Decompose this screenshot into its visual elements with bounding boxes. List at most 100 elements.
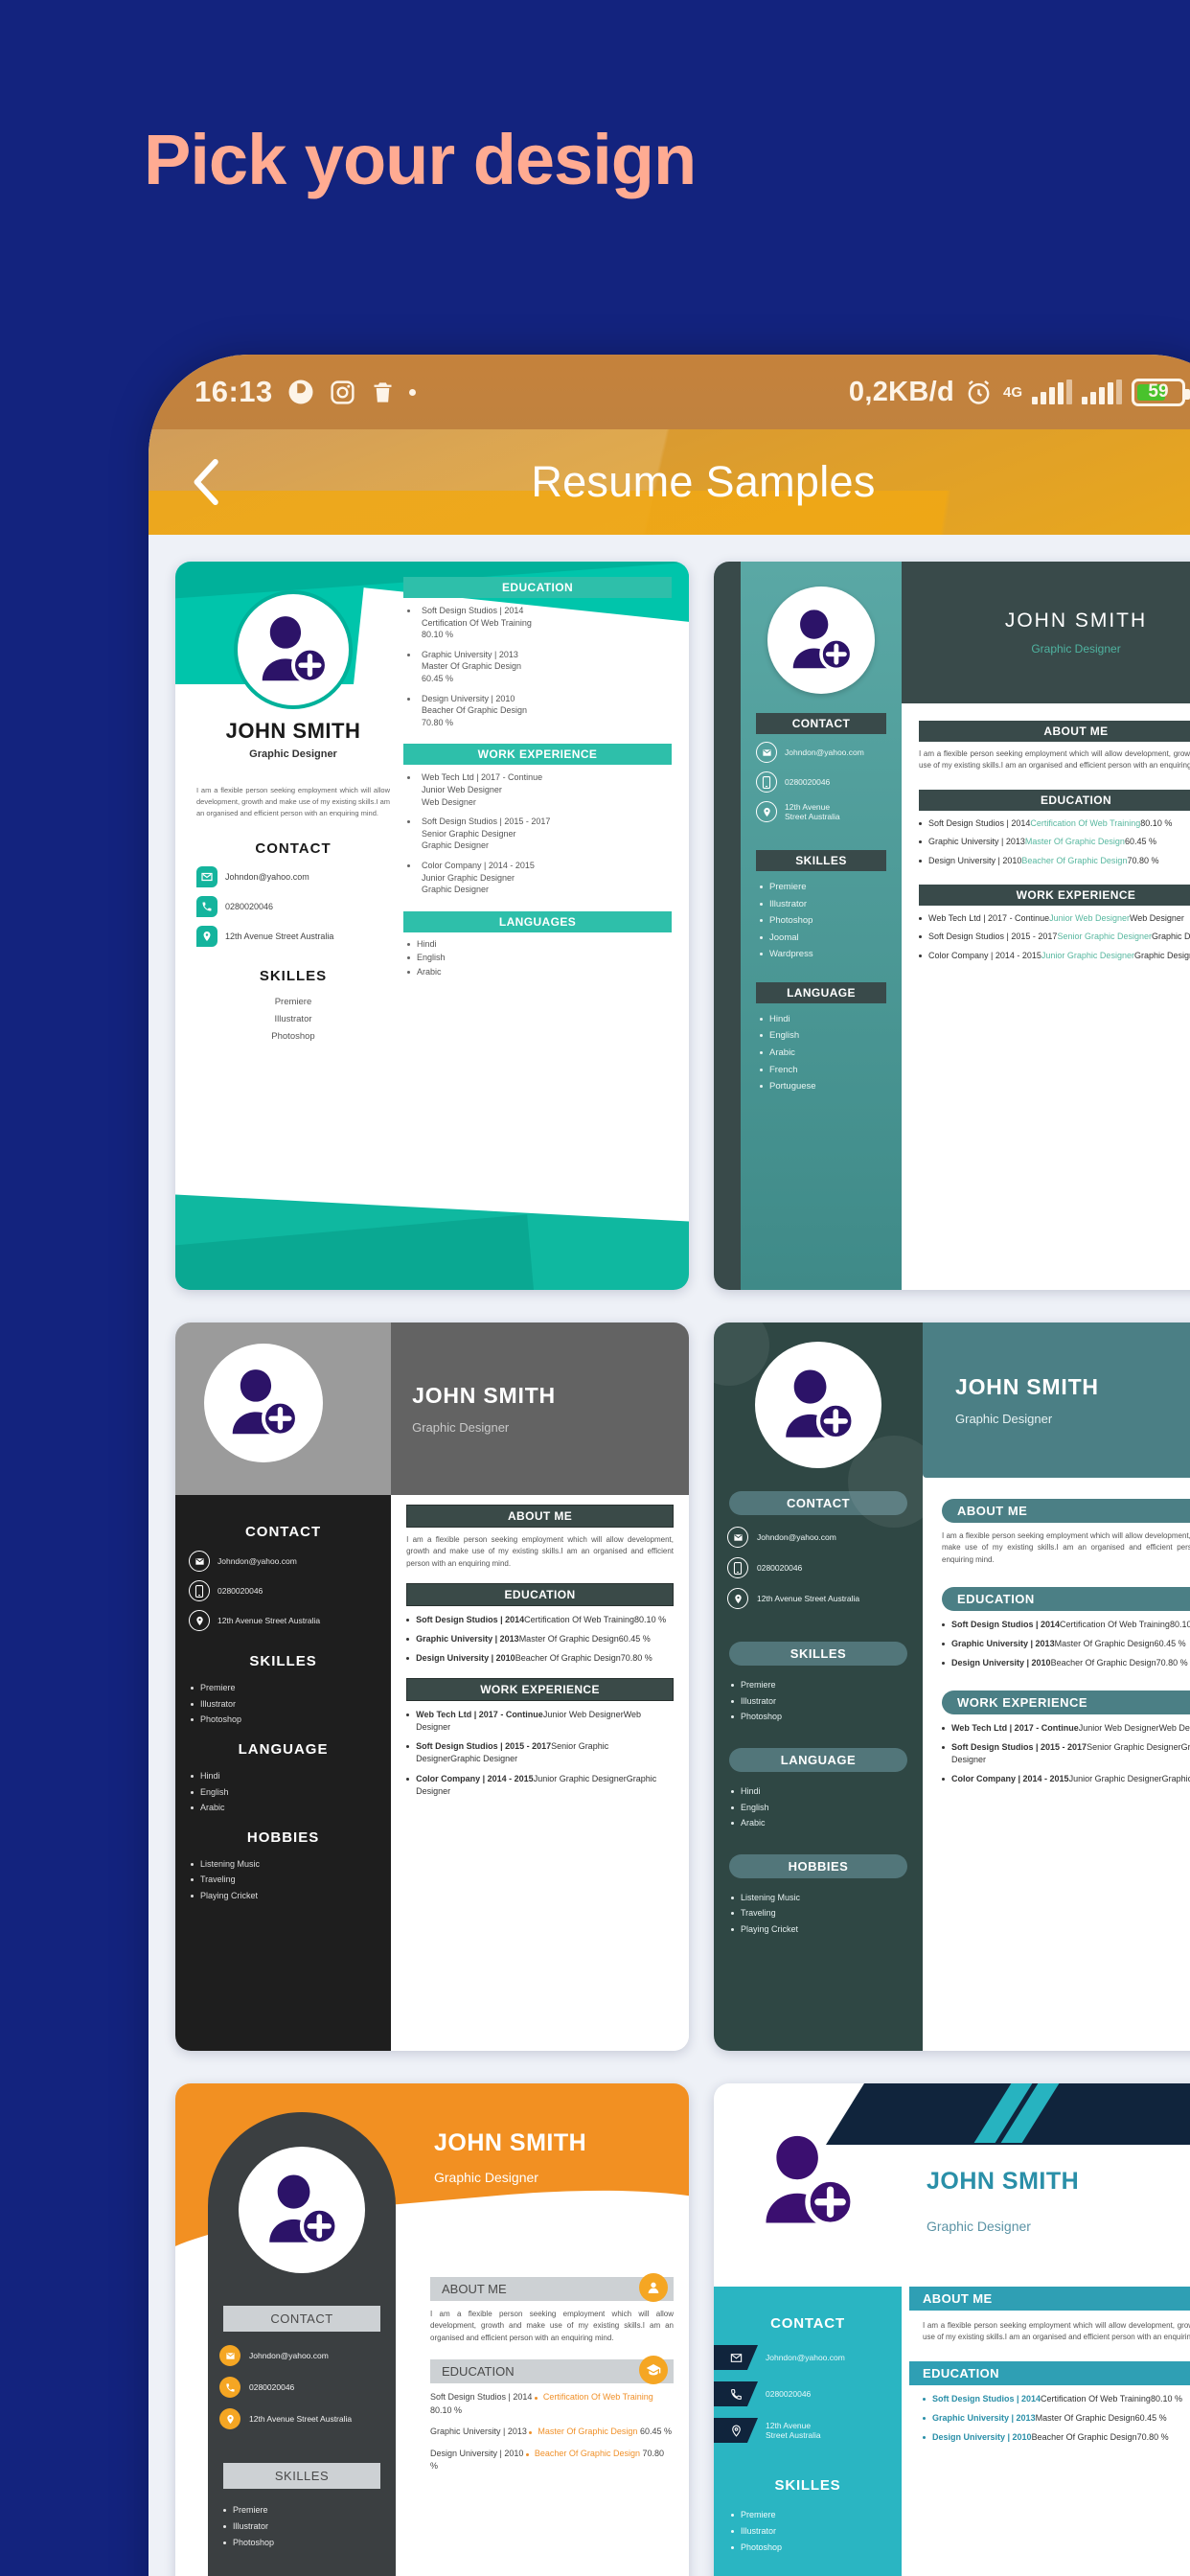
language-item: English xyxy=(731,1800,923,1816)
resume-template-card-6[interactable]: JOHN SMITH Graphic Designer CONTACT John… xyxy=(714,2083,1190,2576)
resume-name: JOHN SMITH xyxy=(1004,610,1148,632)
alarm-clock-icon xyxy=(964,378,994,407)
about-heading: ABOUT ME xyxy=(430,2273,674,2302)
hobbies-heading: HOBBIES xyxy=(729,1853,907,1878)
card5-sidebar: CONTACT Johndon@yahoo.com 0280020046 12t… xyxy=(208,2112,396,2576)
resume-name: JOHN SMITH xyxy=(434,2129,587,2156)
card2-sidebar: CONTACT Johndon@yahoo.com 0280020046 12t… xyxy=(741,562,902,1290)
network-rate: 0,2KB/d xyxy=(848,376,954,407)
card4-header: JOHN SMITH Graphic Designer xyxy=(923,1322,1190,1478)
location-pin-icon xyxy=(714,2418,758,2443)
education-heading: EDUCATION xyxy=(909,2360,1190,2385)
education-item: Design University | 2010Beacher Of Graph… xyxy=(407,693,672,729)
skill-item: Joomal xyxy=(760,930,902,947)
card3-header: JOHN SMITH Graphic Designer xyxy=(175,1322,689,1495)
about-text: I am a flexible person seeking employmen… xyxy=(196,786,390,817)
skill-item: Premiere xyxy=(274,997,312,1007)
languages-heading: LANGUAGES xyxy=(403,910,672,932)
work-item: Color Company | 2014 - 2015Junior Graphi… xyxy=(407,860,672,896)
contact-phone-row: 0280020046 xyxy=(714,2381,902,2418)
contact-phone: 0280020046 xyxy=(766,2389,812,2399)
contact-phone-row: 0280020046 xyxy=(175,1580,391,1610)
contact-phone: 0280020046 xyxy=(757,1563,803,1573)
card4-sidebar: CONTACT Johndon@yahoo.com 0280020046 12t… xyxy=(714,1322,923,2051)
back-button[interactable] xyxy=(166,441,248,523)
contact-address-row: 12th Avenue Street Australia xyxy=(714,1588,923,1619)
contact-phone: 0280020046 xyxy=(249,2382,295,2392)
contact-email-row: Johndon@yahoo.com xyxy=(714,2345,902,2381)
location-pin-icon xyxy=(727,1588,748,1609)
chevron-left-icon xyxy=(194,459,218,505)
resume-template-card-3[interactable]: JOHN SMITH Graphic Designer CONTACT John… xyxy=(175,1322,689,2051)
resume-role: Graphic Designer xyxy=(249,748,337,760)
skill-item: Photoshop xyxy=(731,2540,902,2556)
resume-name: JOHN SMITH xyxy=(225,719,361,743)
about-heading: ABOUT ME xyxy=(406,1505,674,1528)
skill-item: Illustrator xyxy=(760,896,902,913)
contact-address-row: 12th Avenue Street Australia xyxy=(208,2408,396,2440)
template-gallery: JOHN SMITH Graphic Designer I am a flexi… xyxy=(149,535,1190,2576)
user-add-icon xyxy=(792,610,854,672)
skills-heading: SKILLES xyxy=(223,2463,380,2489)
avatar xyxy=(234,590,353,709)
contact-email: Johndon@yahoo.com xyxy=(785,748,864,757)
work-item: Soft Design Studios | 2015 - 2017Senior … xyxy=(942,1741,1190,1766)
app-circle-icon xyxy=(286,378,315,406)
graduation-cap-icon xyxy=(639,2356,668,2385)
resume-name: JOHN SMITH xyxy=(927,2168,1080,2195)
work-heading: WORK EXPERIENCE xyxy=(406,1678,674,1702)
trash-icon xyxy=(370,380,396,405)
education-item: Design University | 2010Beacher Of Graph… xyxy=(406,1652,674,1665)
mobile-icon xyxy=(756,771,777,793)
signal-bars-2-icon xyxy=(1082,380,1122,404)
resume-template-card-5[interactable]: JOHN SMITH Graphic Designer CONTACT John… xyxy=(175,2083,689,2576)
contact-phone: 0280020046 xyxy=(217,1586,263,1596)
education-item: Graphic University | 2013 Master Of Grap… xyxy=(430,2426,672,2437)
languages-heading: LANGUAGE xyxy=(729,1747,907,1772)
skill-item: Photoshop xyxy=(760,912,902,930)
contact-email-row: Johndon@yahoo.com xyxy=(741,742,902,771)
hobbies-heading: HOBBIES xyxy=(246,1828,320,1846)
card3-sidebar: CONTACT Johndon@yahoo.com 0280020046 12t… xyxy=(175,1495,392,2051)
contact-email-row: Johndon@yahoo.com xyxy=(175,1551,391,1580)
skill-item: Premiere xyxy=(191,1680,391,1696)
work-item: Color Company | 2014 - 2015Junior Graphi… xyxy=(406,1773,674,1798)
about-heading: ABOUT ME xyxy=(919,721,1190,742)
resume-name: JOHN SMITH xyxy=(955,1374,1099,1399)
resume-role: Graphic Designer xyxy=(955,1412,1053,1426)
user-add-icon xyxy=(262,616,329,684)
hobby-item: Listening Music xyxy=(731,1890,923,1906)
avatar xyxy=(239,2147,365,2273)
education-item: Soft Design Studios | 2014Certification … xyxy=(942,1619,1190,1631)
contact-address-row: 12th Avenue Street Australia xyxy=(196,926,333,947)
resume-template-card-2[interactable]: CONTACT Johndon@yahoo.com 0280020046 12t… xyxy=(714,562,1190,1290)
signal-bars-1-icon xyxy=(1032,380,1072,404)
language-item: Arabic xyxy=(191,1800,391,1816)
contact-heading: CONTACT xyxy=(770,2315,845,2332)
contact-address-row: 12th Avenue Street Australia xyxy=(714,2418,902,2454)
skill-item: Illustrator xyxy=(731,2523,902,2540)
language-item: Arabic xyxy=(407,966,672,978)
language-item: Arabic xyxy=(760,1045,902,1062)
skill-item: Illustrator xyxy=(223,2518,396,2535)
battery-icon: 59 xyxy=(1132,378,1190,406)
skill-item: Illustrator xyxy=(274,1014,312,1025)
work-heading: WORK EXPERIENCE xyxy=(919,884,1190,906)
skill-item: Photoshop xyxy=(731,1709,923,1725)
resume-template-card-4[interactable]: CONTACT Johndon@yahoo.com 0280020046 12t… xyxy=(714,1322,1190,2051)
resume-template-card-1[interactable]: JOHN SMITH Graphic Designer I am a flexi… xyxy=(175,562,689,1290)
contact-address-row: 12th Avenue Street Australia xyxy=(175,1610,391,1640)
contact-email: Johndon@yahoo.com xyxy=(225,872,309,882)
mail-icon xyxy=(189,1551,210,1572)
instagram-icon xyxy=(329,379,356,406)
location-pin-icon xyxy=(189,1610,210,1631)
contact-email-row: Johndon@yahoo.com xyxy=(208,2345,396,2377)
avatar xyxy=(755,1342,881,1468)
contact-phone-row: 0280020046 xyxy=(196,896,273,917)
mail-icon xyxy=(714,2345,758,2370)
location-pin-icon xyxy=(219,2408,240,2429)
work-item: Color Company | 2014 - 2015Junior Graphi… xyxy=(942,1773,1190,1785)
language-item: English xyxy=(407,952,672,964)
user-add-icon xyxy=(269,2174,339,2246)
resume-role: Graphic Designer xyxy=(927,2219,1031,2234)
